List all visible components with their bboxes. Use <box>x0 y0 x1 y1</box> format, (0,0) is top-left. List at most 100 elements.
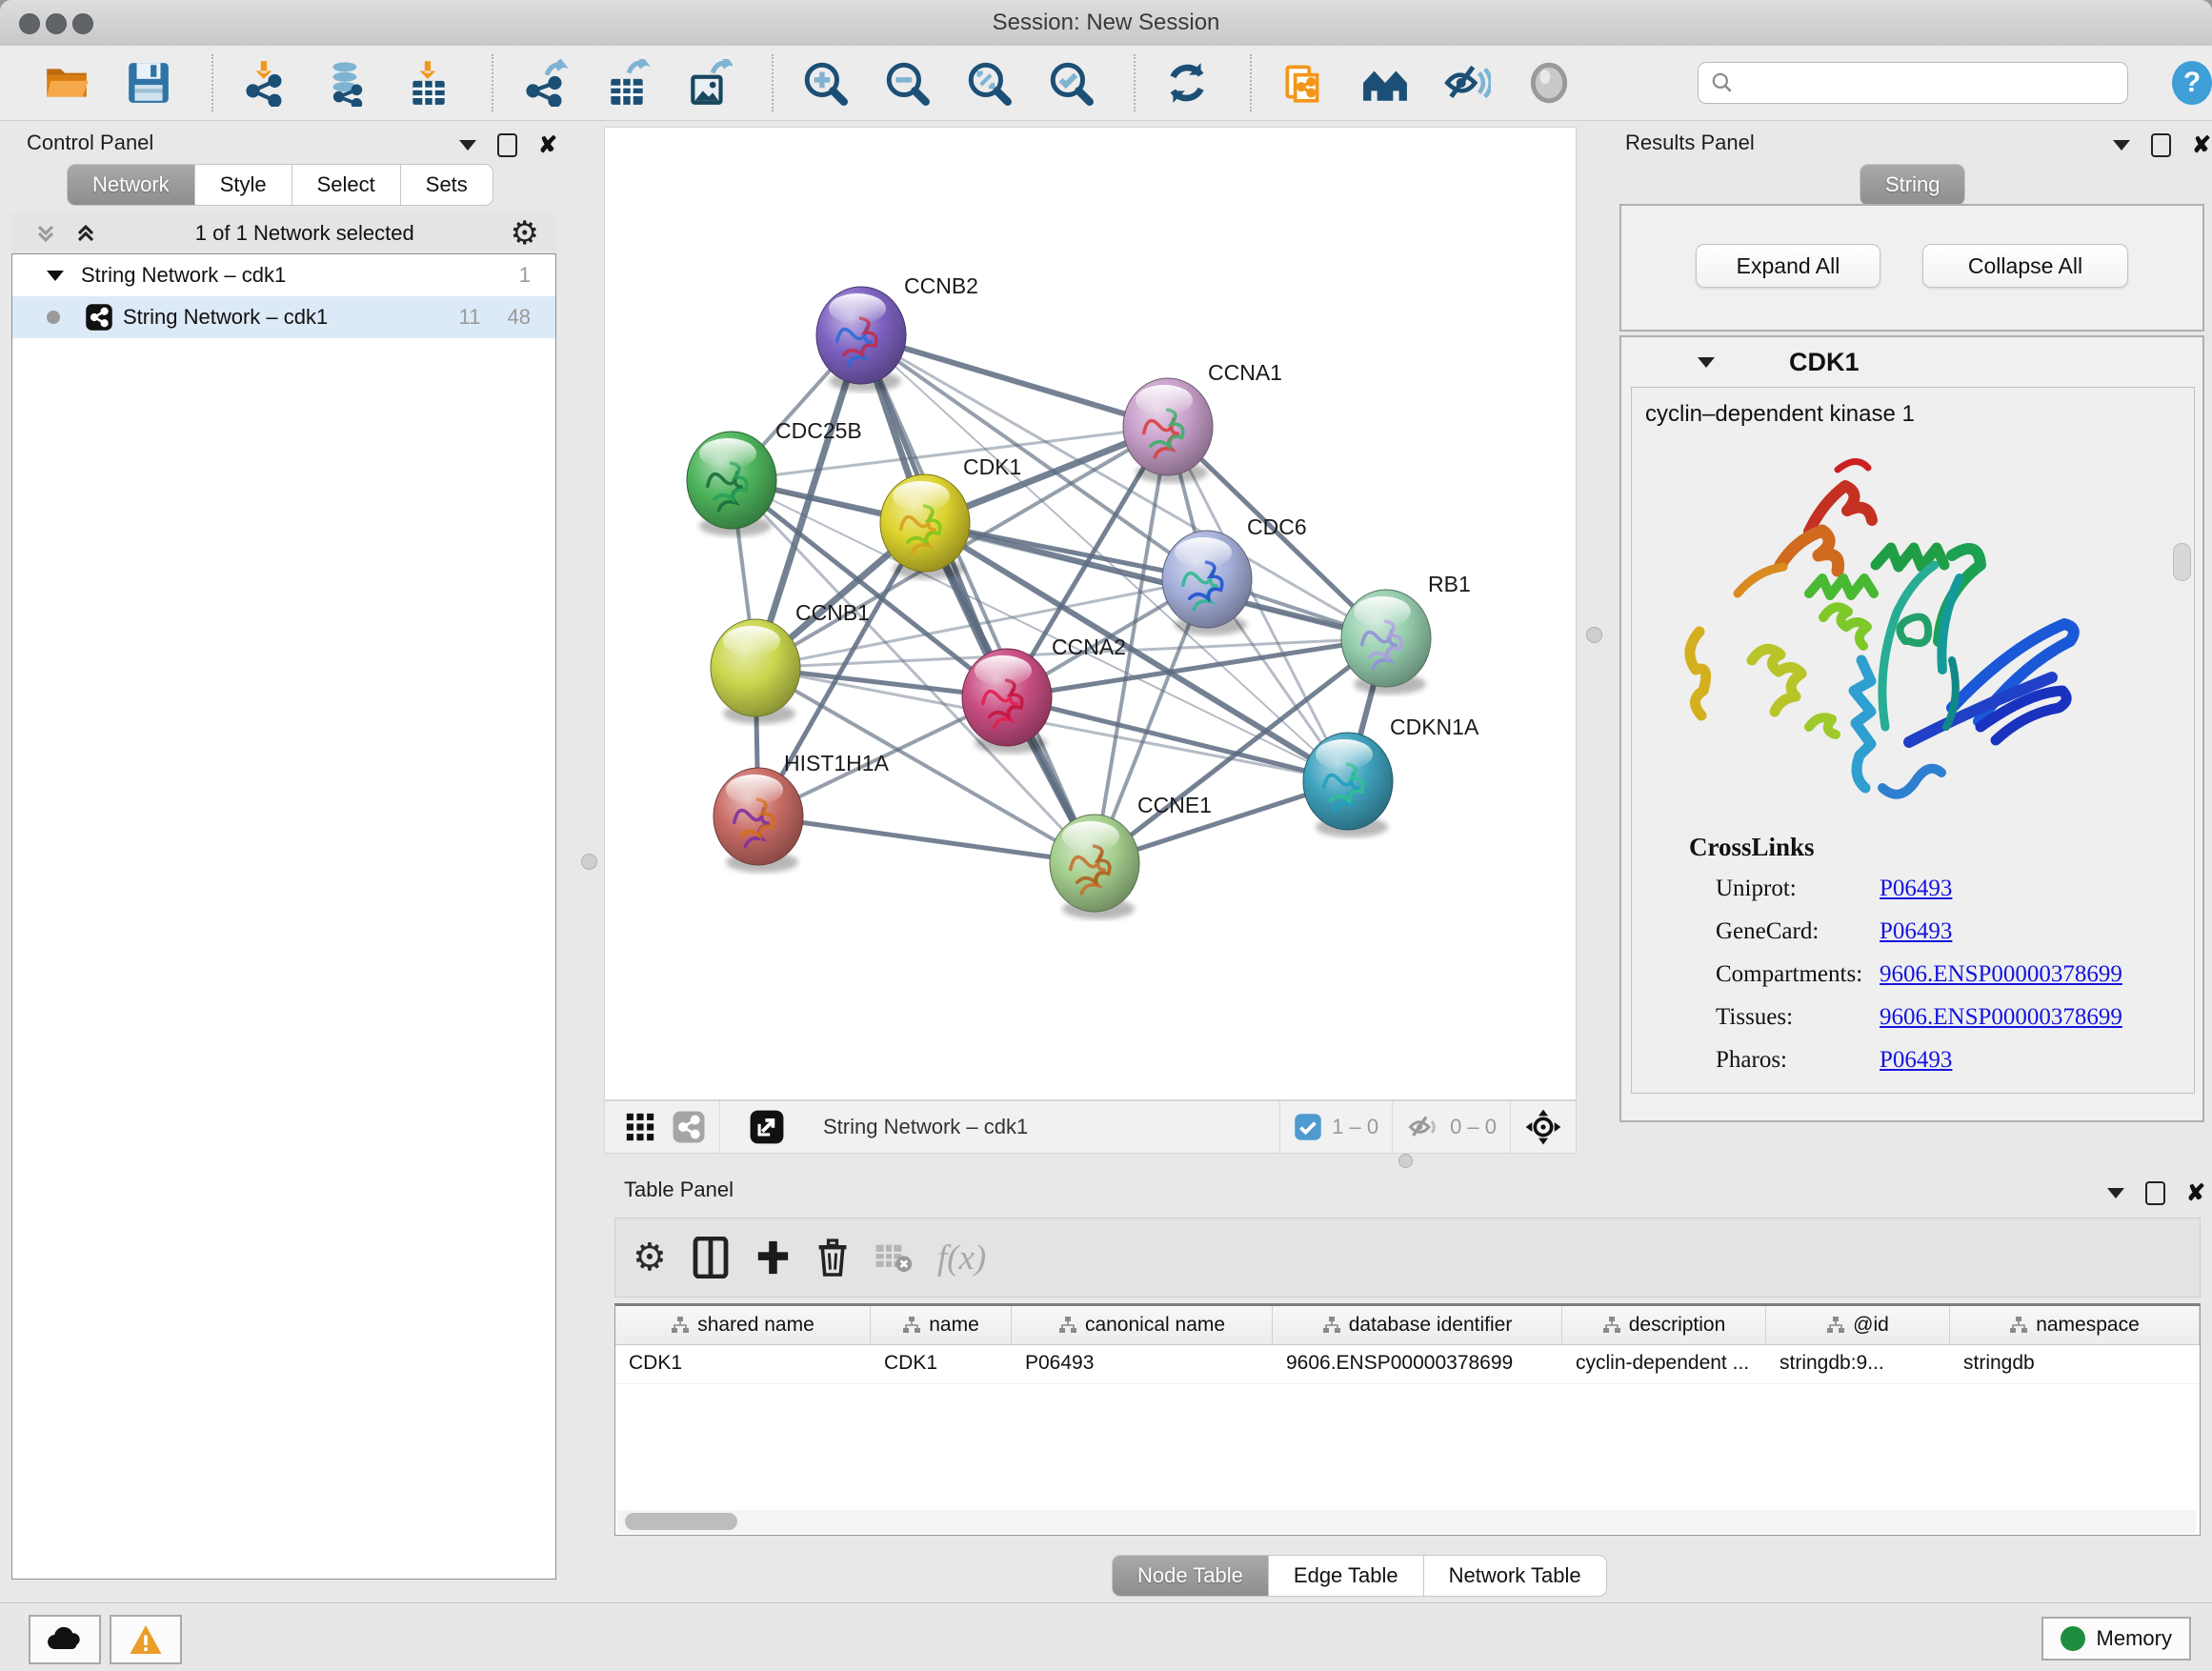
detach-view-icon[interactable] <box>749 1109 785 1145</box>
warning-status-button[interactable] <box>110 1615 182 1664</box>
network-node-CDKN1A[interactable] <box>1303 733 1393 837</box>
network-node-RB1[interactable] <box>1341 590 1431 695</box>
results-panel-close-icon[interactable]: ✘ <box>2192 134 2211 157</box>
protein-collapse-icon[interactable] <box>1698 357 1715 368</box>
network-row[interactable]: String Network – cdk1 11 48 <box>12 296 555 338</box>
results-panel-menu-icon[interactable] <box>2113 140 2130 151</box>
export-table-icon[interactable] <box>602 58 652 108</box>
network-collection-row[interactable]: String Network – cdk1 1 <box>12 254 555 296</box>
network-node-CDK1[interactable] <box>880 474 970 579</box>
collapse-all-icon[interactable] <box>32 220 59 247</box>
control-panel-menu-icon[interactable] <box>459 140 476 151</box>
crosslink-link[interactable]: 9606.ENSP00000378699 <box>1880 961 2122 988</box>
hide-panel-icon[interactable] <box>1442 58 1492 108</box>
network-node-HIST1H1A[interactable] <box>714 768 803 873</box>
memory-button[interactable]: Memory <box>2041 1617 2191 1661</box>
table-cell[interactable]: 9606.ENSP00000378699 <box>1273 1345 1562 1383</box>
home-panel-icon[interactable] <box>1360 58 1410 108</box>
bottom-splitter-handle[interactable] <box>1398 1154 1413 1168</box>
table-cell[interactable]: stringdb <box>1950 1345 2200 1383</box>
zoom-fit-icon[interactable] <box>964 58 1014 108</box>
network-canvas[interactable]: CCNB2CCNA1CDC25BCDK1CDC6RB1CCNB1CCNA2CDK… <box>604 127 1577 1100</box>
table-cell[interactable]: cyclin-dependent ... <box>1562 1345 1766 1383</box>
tab-string[interactable]: String <box>1860 164 1965 206</box>
expand-all-button[interactable]: Expand All <box>1696 244 1880 288</box>
cloud-status-button[interactable] <box>29 1615 101 1664</box>
protein-structure-image[interactable] <box>1666 441 2114 813</box>
crosslink-link[interactable]: P06493 <box>1880 918 1952 945</box>
table-hscrollbar[interactable] <box>617 1510 2196 1533</box>
column-header-description[interactable]: description <box>1562 1306 1766 1344</box>
network-node-CCNE1[interactable] <box>1050 815 1139 919</box>
network-node-CDC6[interactable] <box>1162 531 1252 635</box>
right-splitter-handle[interactable] <box>1586 627 1602 643</box>
column-header-name[interactable]: name <box>871 1306 1012 1344</box>
expand-all-icon[interactable] <box>72 220 99 247</box>
results-panel-float-icon[interactable] <box>2151 133 2171 157</box>
show-columns-icon[interactable] <box>692 1237 730 1278</box>
crosslink-link[interactable]: P06493 <box>1880 876 1952 902</box>
tab-edge-table[interactable]: Edge Table <box>1269 1555 1424 1597</box>
column-header-namespace[interactable]: namespace <box>1950 1306 2200 1344</box>
protein-section-header[interactable]: CDK1 <box>1621 337 2202 387</box>
network-options-gear-icon[interactable]: ⚙ <box>511 217 539 250</box>
import-table-icon[interactable] <box>404 58 453 108</box>
save-session-icon[interactable] <box>124 58 173 108</box>
tab-node-table[interactable]: Node Table <box>1112 1555 1269 1597</box>
tab-style[interactable]: Style <box>195 164 292 206</box>
help-button[interactable]: ? <box>2172 61 2212 105</box>
network-node-CCNA1[interactable] <box>1123 378 1213 483</box>
search-input[interactable] <box>1698 62 2128 104</box>
column-header-@id[interactable]: @id <box>1766 1306 1950 1344</box>
network-node-CCNB1[interactable] <box>711 619 800 724</box>
results-scrollbar-thumb[interactable] <box>2173 543 2191 581</box>
control-panel-float-icon[interactable] <box>497 133 517 157</box>
selected-checkbox-icon[interactable] <box>1294 1113 1322 1141</box>
zoom-in-icon[interactable] <box>800 58 850 108</box>
table-row[interactable]: CDK1CDK1P064939606.ENSP00000378699cyclin… <box>615 1345 2200 1384</box>
string-view-icon[interactable] <box>672 1110 706 1144</box>
hidden-eye-icon[interactable] <box>1406 1110 1440 1144</box>
table-hscrollbar-thumb[interactable] <box>625 1513 737 1530</box>
add-column-icon[interactable] <box>754 1237 791 1278</box>
column-header-canonical-name[interactable]: canonical name <box>1012 1306 1273 1344</box>
tab-sets[interactable]: Sets <box>401 164 493 206</box>
table-cell[interactable]: P06493 <box>1012 1345 1273 1383</box>
crosslink-link[interactable]: 9606.ENSP00000378699 <box>1880 1004 2122 1031</box>
zoom-out-icon[interactable] <box>882 58 932 108</box>
clone-network-icon[interactable] <box>1278 58 1328 108</box>
network-edge[interactable] <box>758 816 1095 863</box>
table-cell[interactable]: CDK1 <box>615 1345 871 1383</box>
network-node-CCNB2[interactable] <box>816 287 906 392</box>
tab-network[interactable]: Network <box>67 164 195 206</box>
table-panel-close-icon[interactable]: ✘ <box>2186 1182 2205 1205</box>
network-edge[interactable] <box>861 335 1095 863</box>
delete-column-icon[interactable] <box>815 1237 850 1278</box>
tab-network-table[interactable]: Network Table <box>1424 1555 1607 1597</box>
zoom-selected-icon[interactable] <box>1046 58 1096 108</box>
table-panel-float-icon[interactable] <box>2145 1181 2165 1205</box>
import-database-icon[interactable] <box>322 58 372 108</box>
crosslink-link[interactable]: P06493 <box>1880 1047 1952 1074</box>
table-cell[interactable]: stringdb:9... <box>1766 1345 1950 1383</box>
control-panel-close-icon[interactable]: ✘ <box>538 134 557 157</box>
column-header-database-identifier[interactable]: database identifier <box>1273 1306 1562 1344</box>
apply-style-icon[interactable] <box>1162 58 1212 108</box>
grid-view-icon[interactable] <box>624 1111 656 1143</box>
network-node-CDC25B[interactable] <box>687 432 776 536</box>
export-network-icon[interactable] <box>520 58 570 108</box>
tab-select[interactable]: Select <box>292 164 401 206</box>
network-edge[interactable] <box>861 335 1168 427</box>
collection-expand-icon[interactable] <box>47 271 64 281</box>
column-header-shared-name[interactable]: shared name <box>615 1306 871 1344</box>
table-options-gear-icon[interactable]: ⚙ <box>633 1238 667 1277</box>
table-cell[interactable]: CDK1 <box>871 1345 1012 1383</box>
birdseye-move-icon[interactable] <box>1524 1108 1562 1146</box>
table-panel-menu-icon[interactable] <box>2107 1188 2124 1198</box>
export-image-icon[interactable] <box>684 58 734 108</box>
left-splitter-handle[interactable] <box>581 854 597 870</box>
network-graph[interactable]: CCNB2CCNA1CDC25BCDK1CDC6RB1CCNB1CCNA2CDK… <box>605 128 1576 1099</box>
open-session-icon[interactable] <box>42 58 91 108</box>
import-network-icon[interactable] <box>240 58 290 108</box>
collapse-all-button[interactable]: Collapse All <box>1922 244 2128 288</box>
